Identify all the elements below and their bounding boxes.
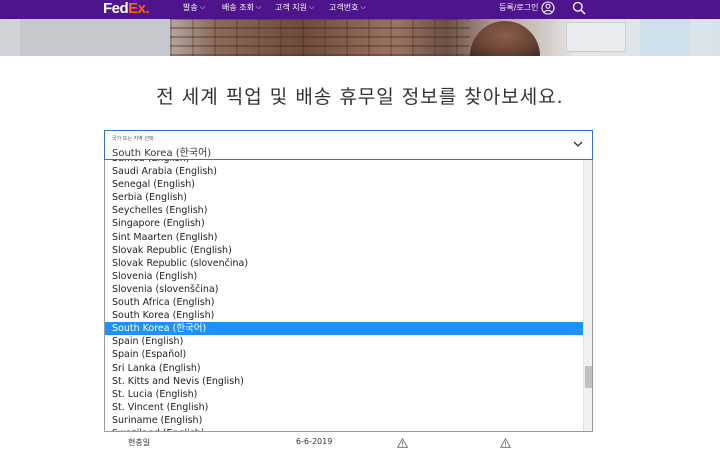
chevron-down-icon: ⌵ bbox=[255, 3, 262, 11]
nav-support[interactable]: 고객 지원 ⌵ bbox=[275, 0, 314, 19]
dropdown-option[interactable]: Seychelles (English) bbox=[105, 204, 584, 217]
dropdown-options: Samoa (English)Saudi Arabia (English)Sen… bbox=[105, 160, 584, 431]
dropdown-option[interactable]: St. Vincent (English) bbox=[105, 401, 584, 414]
hero-window bbox=[640, 19, 690, 56]
warning-icon bbox=[397, 438, 408, 448]
dropdown-option[interactable]: Sri Lanka (English) bbox=[105, 362, 584, 375]
dropdown-option[interactable]: South Korea (English) bbox=[105, 309, 584, 322]
nav-ship[interactable]: 발송 ⌵ bbox=[183, 0, 205, 19]
page-title: 전 세계 픽업 및 배송 휴무일 정보를 찾아보세요. bbox=[156, 86, 564, 108]
nav-tracking[interactable]: 배송 조회 ⌵ bbox=[222, 0, 261, 19]
fedex-logo[interactable]: FedEx. bbox=[103, 0, 150, 19]
chevron-down-icon: ⌵ bbox=[199, 3, 206, 11]
dropdown-option-selected[interactable]: South Korea (한국어) bbox=[105, 322, 584, 336]
country-dropdown-list[interactable]: Samoa (English)Saudi Arabia (English)Sen… bbox=[104, 160, 593, 432]
dropdown-option[interactable]: Sint Maarten (English) bbox=[105, 231, 584, 244]
country-select[interactable]: 국가 또는 지역 선택 South Korea (한국어) bbox=[104, 130, 593, 160]
dropdown-option[interactable]: Singapore (English) bbox=[105, 217, 584, 230]
dropdown-option[interactable]: Serbia (English) bbox=[105, 191, 584, 204]
dropdown-option[interactable]: Slovenia (English) bbox=[105, 270, 584, 283]
chevron-down-icon: ⌵ bbox=[308, 3, 315, 11]
dropdown-scrollbar[interactable] bbox=[583, 160, 592, 431]
dropdown-option[interactable]: Saudi Arabia (English) bbox=[105, 165, 584, 178]
table-row: 현충일 6-6-2019 bbox=[0, 434, 720, 451]
logo-fed: Fed bbox=[103, 0, 129, 17]
chevron-down-icon[interactable] bbox=[572, 138, 584, 150]
nav-account[interactable]: 고객번호 ⌵ bbox=[329, 0, 366, 19]
dropdown-option[interactable]: Slovak Republic (slovenčina) bbox=[105, 257, 584, 270]
user-icon[interactable] bbox=[541, 1, 555, 15]
logo-ex: Ex. bbox=[128, 0, 150, 17]
dropdown-option[interactable]: Spain (Español) bbox=[105, 348, 584, 361]
hero-person bbox=[470, 21, 540, 56]
dropdown-option[interactable]: Spain (English) bbox=[105, 335, 584, 348]
dropdown-option[interactable]: St. Lucia (English) bbox=[105, 388, 584, 401]
holiday-date: 6-6-2019 bbox=[296, 437, 333, 446]
hero-image bbox=[0, 19, 720, 56]
dropdown-option[interactable]: Slovenia (slovenščina) bbox=[105, 283, 584, 296]
search-icon[interactable] bbox=[572, 1, 586, 15]
holiday-name: 현충일 bbox=[128, 438, 151, 447]
country-select-label: 국가 또는 지역 선택 bbox=[112, 136, 154, 142]
dropdown-option[interactable]: Suriname (English) bbox=[105, 414, 584, 427]
nav-account-label: 고객번호 bbox=[329, 3, 359, 12]
top-nav-bar: FedEx. 발송 ⌵ 배송 조회 ⌵ 고객 지원 ⌵ 고객번호 ⌵ 등록/로그인 bbox=[0, 0, 720, 19]
nav-support-label: 고객 지원 bbox=[275, 3, 307, 12]
dropdown-option[interactable]: Swaziland (English) bbox=[105, 427, 584, 431]
warning-icon bbox=[500, 438, 511, 448]
dropdown-option[interactable]: South Africa (English) bbox=[105, 296, 584, 309]
dropdown-option[interactable]: Senegal (English) bbox=[105, 178, 584, 191]
nav-ship-label: 발송 bbox=[183, 3, 198, 12]
chevron-down-icon: ⌵ bbox=[360, 3, 366, 11]
hero-panel bbox=[566, 22, 626, 52]
dropdown-option[interactable]: St. Kitts and Nevis (English) bbox=[105, 375, 584, 388]
hero-brick-wall bbox=[170, 19, 470, 56]
login-link[interactable]: 등록/로그인 bbox=[499, 0, 539, 19]
hero-background-block bbox=[20, 19, 170, 56]
nav-tracking-label: 배송 조회 bbox=[222, 3, 254, 12]
scrollbar-thumb[interactable] bbox=[585, 366, 592, 388]
dropdown-option[interactable]: Slovak Republic (English) bbox=[105, 244, 584, 257]
country-select-value: South Korea (한국어) bbox=[112, 148, 212, 159]
